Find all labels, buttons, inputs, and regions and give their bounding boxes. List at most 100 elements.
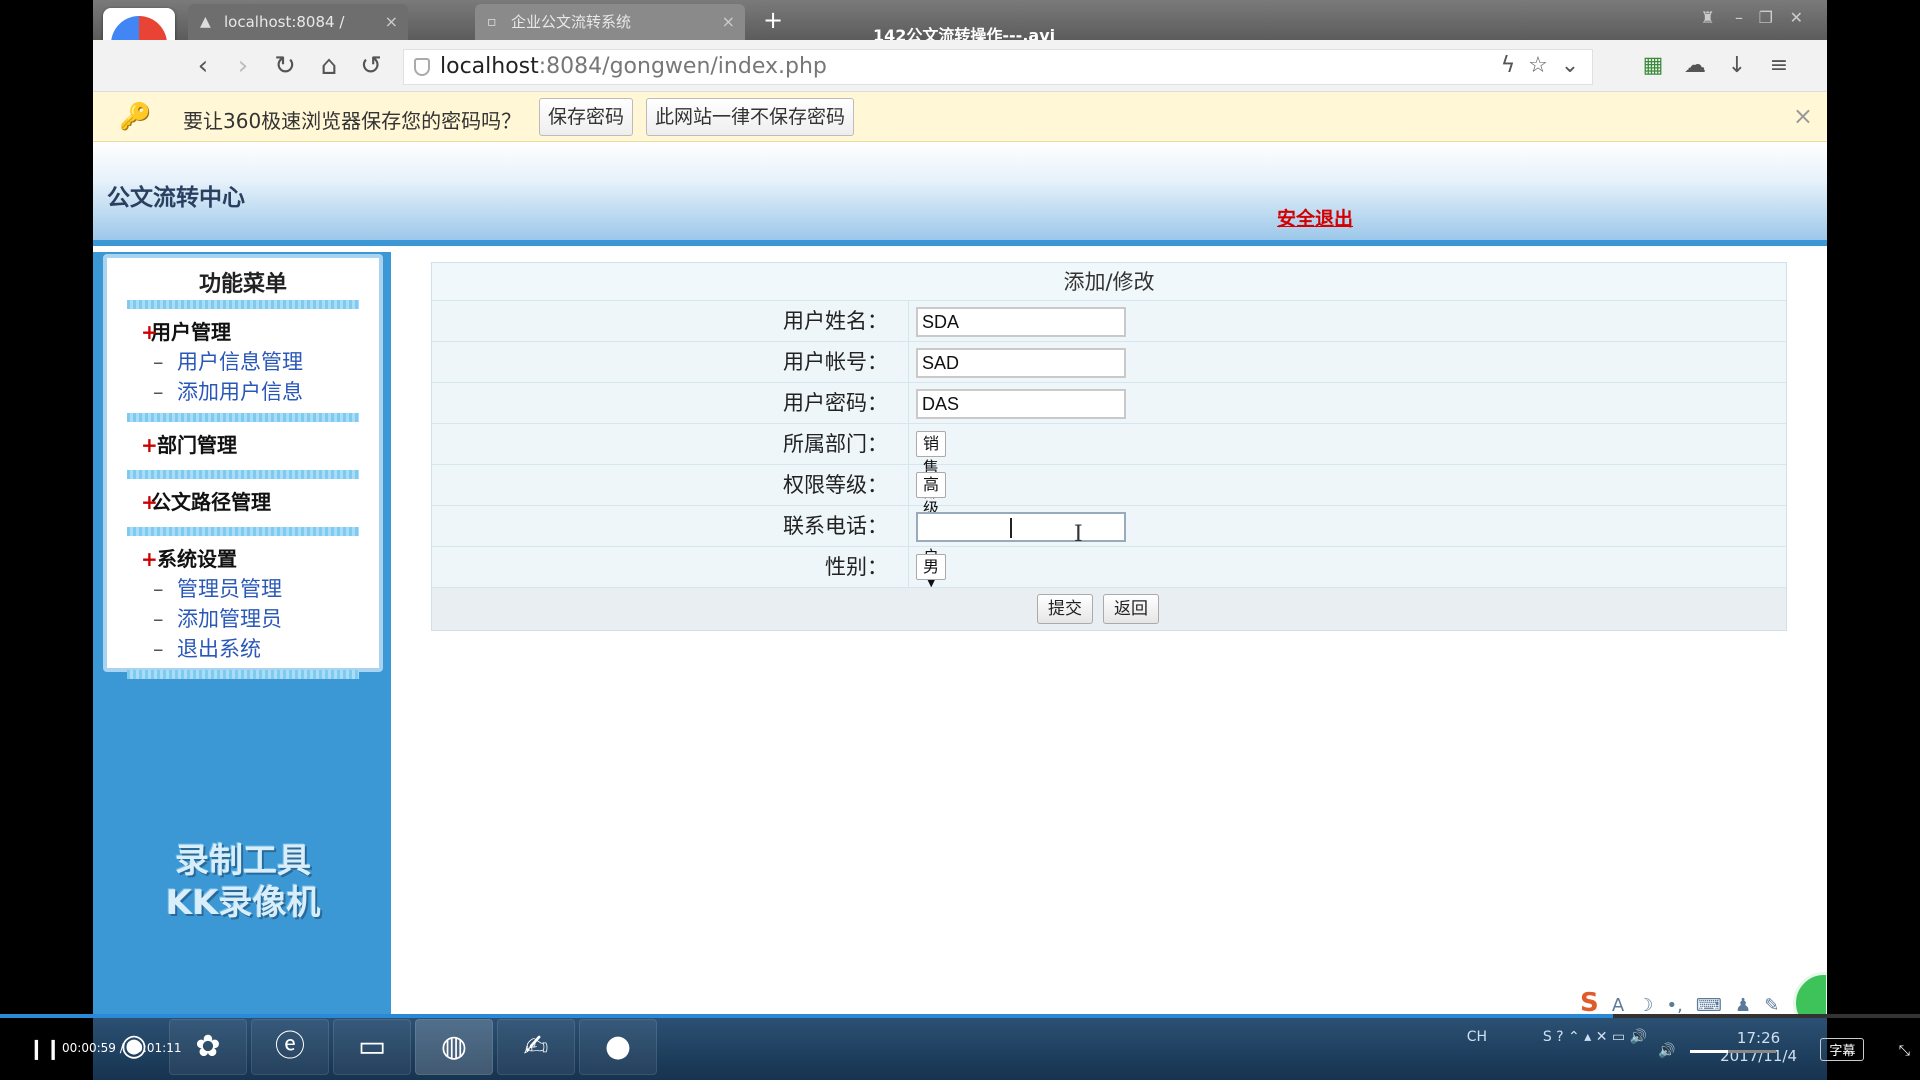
browser-taskbar-icon[interactable]: ◍ [415,1019,493,1075]
save-password-button[interactable]: 保存密码 [539,98,634,136]
name-label: 用户姓名： [432,301,909,341]
floating-widget[interactable] [1793,972,1827,1015]
maximize-icon[interactable]: ❐ [1759,8,1773,27]
divider [127,527,359,536]
menu-group-user[interactable]: + 用户管理 [107,317,379,347]
menu-item-user-info[interactable]: – 用户信息管理 [107,347,379,377]
folder-icon[interactable]: ▭ [333,1019,411,1075]
password-label: 用户密码： [432,383,909,423]
form-row-gender: 性别： 男▼ [432,547,1786,599]
divider [127,470,359,479]
menu-item-admin-manage[interactable]: – 管理员管理 [107,574,379,604]
form-row-name: 用户姓名： SDA [432,301,1786,342]
warning-icon: ▲ [200,14,211,30]
apps-icon[interactable]: ▦ [1639,52,1667,80]
page-icon: ▫ [487,14,497,30]
menu-item-exit[interactable]: – 退出系统 [107,634,379,664]
browser-window: ▲ localhost:8084 / localhost × ▫ 企业公文流转系… [93,0,1827,1015]
volume-slider[interactable] [1689,1049,1776,1053]
divider [127,300,359,309]
close-window-icon[interactable]: ✕ [1790,8,1803,27]
exit-fullscreen-icon[interactable]: ⤡ [1899,1043,1910,1059]
close-icon[interactable]: × [722,4,735,40]
chevron-down-icon[interactable]: ⌄ [1556,52,1584,80]
video-progress-bar[interactable] [0,1014,1920,1018]
video-time: 00:00:59 / 00:01:11 [62,1041,182,1055]
form-row-account: 用户帐号： SAD [432,342,1786,383]
menu-item-add-admin[interactable]: – 添加管理员 [107,604,379,634]
shield-icon [414,58,430,76]
page-title: 公文流转中心 [107,185,245,211]
plus-icon: + [141,490,158,514]
video-frame: ▲ localhost:8084 / localhost × ▫ 企业公文流转系… [0,0,1920,1080]
form-row-level: 权限等级： 高级用户▼ [432,465,1786,589]
form-actions: 提交 返回 [432,588,1786,630]
phone-input[interactable] [916,512,1126,542]
back-button[interactable]: 返回 [1103,594,1159,624]
url-host: localhost [440,54,539,79]
download-icon[interactable]: ↓ [1723,52,1751,80]
home-icon[interactable]: ⌂ [313,50,345,82]
tab-localhost[interactable]: ▲ localhost:8084 / localhost × [188,4,408,67]
department-select[interactable]: 销售部▼ [916,431,947,524]
forward-icon[interactable]: › [227,50,259,82]
new-tab-button[interactable]: + [763,4,783,36]
user-icon[interactable]: ♟ [1735,995,1751,1016]
plus-icon: + [141,320,158,344]
plus-icon: + [141,433,158,457]
minimize-icon[interactable]: – [1735,8,1743,27]
cloud-icon[interactable]: ☁ [1681,52,1709,80]
name-input[interactable]: SDA [916,307,1126,337]
divider [127,670,359,679]
menu-item-add-user[interactable]: – 添加用户信息 [107,377,379,407]
menu-group-system[interactable]: + 系统设置 [107,544,379,574]
undo-icon[interactable]: ↺ [355,50,387,82]
ime-toolbar: S A ☽ •, ⌨ ♟ ✎ [1580,988,1787,1018]
url-path: :8084/gongwen/index.php [538,54,827,79]
windows-taskbar: ◉ ✿ ⓔ ▭ ◍ ✍ ● CH S ? ⌃ ▴ ✕ ▭ 🔊 17:26 201… [93,1015,1827,1080]
page-header: 公文流转中心 安全退出 [93,142,1827,246]
never-save-password-button[interactable]: 此网站一律不保存密码 [646,98,855,136]
volume-icon[interactable]: 🔊 [1658,1043,1675,1059]
font-icon[interactable]: A [1612,995,1624,1016]
language-indicator[interactable]: CH [1467,1029,1487,1045]
submit-button[interactable]: 提交 [1037,594,1093,624]
ie-icon[interactable]: ⓔ [251,1019,329,1075]
close-icon[interactable]: × [385,4,398,40]
logout-link[interactable]: 安全退出 [1277,204,1353,231]
notepad-icon[interactable]: ✍ [497,1019,575,1075]
reload-icon[interactable]: ↻ [269,50,301,82]
moon-icon[interactable]: ☽ [1637,995,1653,1016]
wrench-icon[interactable]: ✎ [1764,995,1779,1016]
back-icon[interactable]: ‹ [187,50,219,82]
skin-icon[interactable]: ♜ [1701,8,1715,27]
divider [127,413,359,422]
punctuation-icon[interactable]: •, [1666,995,1682,1016]
close-icon[interactable]: × [1793,102,1813,130]
menu-icon[interactable]: ≡ [1765,52,1793,80]
tab-gongwen[interactable]: ▫ 企业公文流转系统 × [475,4,745,40]
password-input[interactable]: DAS [916,389,1126,419]
recorder-icon[interactable]: ● [579,1019,657,1075]
main-content: 添加/修改 用户姓名： SDA 用户帐号： SAD 用户密码： DAS 所属部门… [391,252,1827,1015]
form-row-password: 用户密码： DAS [432,383,1786,424]
gender-label: 性别： [432,547,909,587]
account-input[interactable]: SAD [916,348,1126,378]
form-heading: 添加/修改 [432,263,1786,301]
browser-toolbar: ‹ › ↻ ⌂ ↺ localhost:8084/gongwen/index.p… [93,40,1827,92]
text-caret [1010,518,1012,538]
address-bar[interactable]: localhost:8084/gongwen/index.php ϟ ☆ ⌄ [403,49,1593,85]
subtitle-button[interactable]: 字幕 [1820,1038,1865,1061]
form-row-phone: 联系电话： [432,506,1786,547]
gender-select[interactable]: 男▼ [916,554,947,599]
recorder-watermark: 录制工具 KK录像机 [165,841,321,923]
level-select[interactable]: 高级用户▼ [916,472,947,589]
player-controls: 🔊 字幕 ⤡ [1658,1038,1910,1061]
menu-group-department[interactable]: + 部门管理 [107,430,379,460]
menu-group-doc-path[interactable]: + 公文路径管理 [107,487,379,517]
pause-icon[interactable]: ❙❙ [28,1036,62,1060]
keyboard-icon[interactable]: ⌨ [1696,995,1722,1016]
text-cursor-icon: I [1074,522,1083,547]
lightning-icon[interactable]: ϟ [1494,52,1522,80]
star-icon[interactable]: ☆ [1524,52,1552,80]
